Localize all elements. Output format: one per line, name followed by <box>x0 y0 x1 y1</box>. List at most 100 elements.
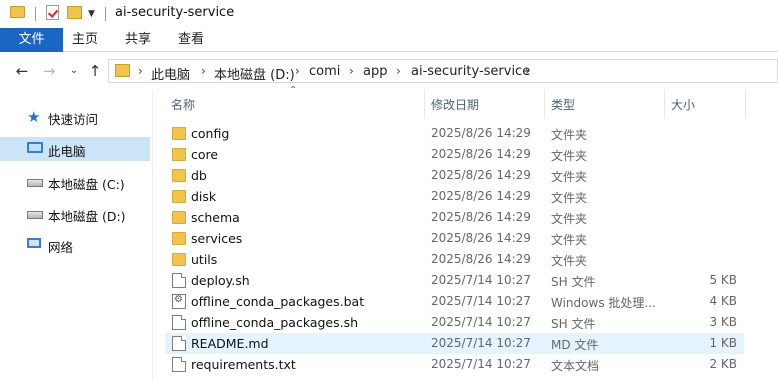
nav-item-drive-d[interactable]: 本地磁盘 (D:) <box>0 202 150 226</box>
file-row[interactable]: schema 2025/8/26 14:29 文件夹 <box>165 207 744 228</box>
file-date: 2025/8/26 14:29 <box>431 168 531 182</box>
file-name: db <box>191 168 207 183</box>
pane-splitter[interactable] <box>152 90 153 381</box>
drive-icon <box>27 179 43 187</box>
breadcrumb-drive-d[interactable]: 本地磁盘 (D:) <box>214 64 295 83</box>
file-type: 文本文档 <box>551 359 600 373</box>
file-size: 4 KB <box>709 294 737 308</box>
file-name: disk <box>191 189 217 204</box>
file-date: 2025/8/26 14:29 <box>431 147 531 161</box>
column-divider[interactable] <box>745 90 746 118</box>
file-size: 3 KB <box>709 315 737 329</box>
file-name: config <box>191 126 230 141</box>
file-type: Windows 批处理... <box>551 296 656 310</box>
breadcrumb-current[interactable]: ai-security-service <box>411 64 530 79</box>
tab-file[interactable]: 文件 <box>0 28 63 52</box>
column-header-date[interactable]: 修改日期 <box>425 90 544 118</box>
file-row[interactable]: offline_conda_packages.bat 2025/7/14 10:2… <box>165 291 744 312</box>
column-header-label: 类型 <box>551 98 576 112</box>
breadcrumb-this-pc[interactable]: 此电脑 <box>151 64 190 83</box>
file-type: 文件夹 <box>551 170 588 184</box>
file-date: 2025/8/26 14:29 <box>431 252 531 266</box>
nav-item-this-pc[interactable]: 此电脑 <box>0 137 150 161</box>
title-bar: ▼ ai-security-service <box>0 0 778 28</box>
breadcrumb-chevron-icon[interactable]: › <box>295 64 300 78</box>
file-date: 2025/7/14 10:27 <box>431 315 531 329</box>
tab-share[interactable]: 共享 <box>120 28 156 52</box>
file-date: 2025/7/14 10:27 <box>431 336 531 350</box>
forward-arrow-icon[interactable]: → <box>40 62 58 80</box>
breadcrumb-chevron-icon[interactable]: › <box>138 64 143 78</box>
file-name: offline_conda_packages.bat <box>191 294 365 309</box>
column-header-label: 名称 <box>171 98 196 112</box>
column-header-name[interactable]: 名称 <box>165 90 423 118</box>
file-row[interactable]: db 2025/8/26 14:29 文件夹 <box>165 165 744 186</box>
column-header-type[interactable]: 类型 <box>545 90 664 118</box>
address-bar[interactable]: › 此电脑 › 本地磁盘 (D:) › comi › app › ai-secu… <box>108 59 778 83</box>
back-arrow-icon[interactable]: ← <box>13 62 31 80</box>
file-row[interactable]: README.md 2025/7/14 10:27 MD 文件 1 KB <box>165 333 744 354</box>
nav-item-label: 此电脑 <box>48 144 86 159</box>
file-type: 文件夹 <box>551 233 588 247</box>
nav-item-label: 本地磁盘 (C:) <box>48 177 125 192</box>
breadcrumb-chevron-icon[interactable]: › <box>396 64 401 78</box>
quick-access-star-icon: ★ <box>27 108 41 126</box>
file-name: schema <box>191 210 240 225</box>
file-icon <box>172 357 186 372</box>
tab-view[interactable]: 查看 <box>173 28 209 52</box>
new-folder-icon[interactable] <box>67 6 82 19</box>
file-row[interactable]: utils 2025/8/26 14:29 文件夹 <box>165 249 744 270</box>
breadcrumb-comi[interactable]: comi <box>309 64 340 79</box>
file-size: 1 KB <box>709 336 737 350</box>
breadcrumb-chevron-icon[interactable]: › <box>349 64 354 78</box>
properties-check-icon[interactable] <box>46 5 59 20</box>
file-type: 文件夹 <box>551 254 588 268</box>
file-type: MD 文件 <box>551 338 599 352</box>
file-type: SH 文件 <box>551 317 596 331</box>
file-type: 文件夹 <box>551 149 588 163</box>
file-row[interactable]: offline_conda_packages.sh 2025/7/14 10:27… <box>165 312 744 333</box>
file-name: core <box>191 147 219 162</box>
file-name: deploy.sh <box>191 273 250 288</box>
folder-icon <box>115 64 130 77</box>
navigation-pane: ★ 快速访问 此电脑 本地磁盘 (C:) 本地磁盘 (D:) 网络 <box>0 90 150 381</box>
file-row[interactable]: disk 2025/8/26 14:29 文件夹 <box>165 186 744 207</box>
nav-item-label: 网络 <box>48 240 74 255</box>
breadcrumb-chevron-icon[interactable]: › <box>525 64 530 78</box>
this-pc-icon <box>27 142 43 153</box>
file-row[interactable]: requirements.txt 2025/7/14 10:27 文本文档 2 KB <box>165 354 744 375</box>
file-row[interactable]: services 2025/8/26 14:29 文件夹 <box>165 228 744 249</box>
tab-home[interactable]: 主页 <box>67 28 103 52</box>
file-name: README.md <box>191 336 269 351</box>
nav-item-quick-access[interactable]: ★ 快速访问 <box>0 105 150 129</box>
folder-icon <box>172 127 186 140</box>
nav-item-network[interactable]: 网络 <box>0 233 150 257</box>
column-header-label: 大小 <box>671 98 696 112</box>
column-header-size[interactable]: 大小 <box>665 90 745 118</box>
file-row[interactable]: config 2025/8/26 14:29 文件夹 <box>165 123 744 144</box>
scrollbar[interactable] <box>766 90 778 381</box>
breadcrumb-app[interactable]: app <box>363 64 387 79</box>
file-name: requirements.txt <box>191 357 296 372</box>
file-name: services <box>191 231 243 246</box>
file-date: 2025/8/26 14:29 <box>431 231 531 245</box>
file-icon <box>172 315 186 330</box>
file-type: SH 文件 <box>551 275 596 289</box>
chevron-down-icon[interactable]: ▼ <box>88 9 95 19</box>
file-row[interactable]: core 2025/8/26 14:29 文件夹 <box>165 144 744 165</box>
up-arrow-icon[interactable]: ↑ <box>86 62 104 80</box>
file-row[interactable]: deploy.sh 2025/7/14 10:27 SH 文件 5 KB <box>165 270 744 291</box>
divider <box>35 7 36 21</box>
file-type: 文件夹 <box>551 191 588 205</box>
nav-item-drive-c[interactable]: 本地磁盘 (C:) <box>0 170 150 194</box>
column-header-label: 修改日期 <box>431 98 480 112</box>
file-size: 2 KB <box>709 357 737 371</box>
nav-item-label: 快速访问 <box>48 112 99 127</box>
file-date: 2025/8/26 14:29 <box>431 189 531 203</box>
divider <box>105 7 106 21</box>
address-row: ← → ⌄ ↑ › 此电脑 › 本地磁盘 (D:) › comi › app ›… <box>0 52 778 90</box>
recent-chevron-icon[interactable]: ⌄ <box>65 62 83 80</box>
folder-icon <box>172 253 186 266</box>
breadcrumb-chevron-icon[interactable]: › <box>201 64 206 78</box>
drive-icon <box>27 211 43 219</box>
